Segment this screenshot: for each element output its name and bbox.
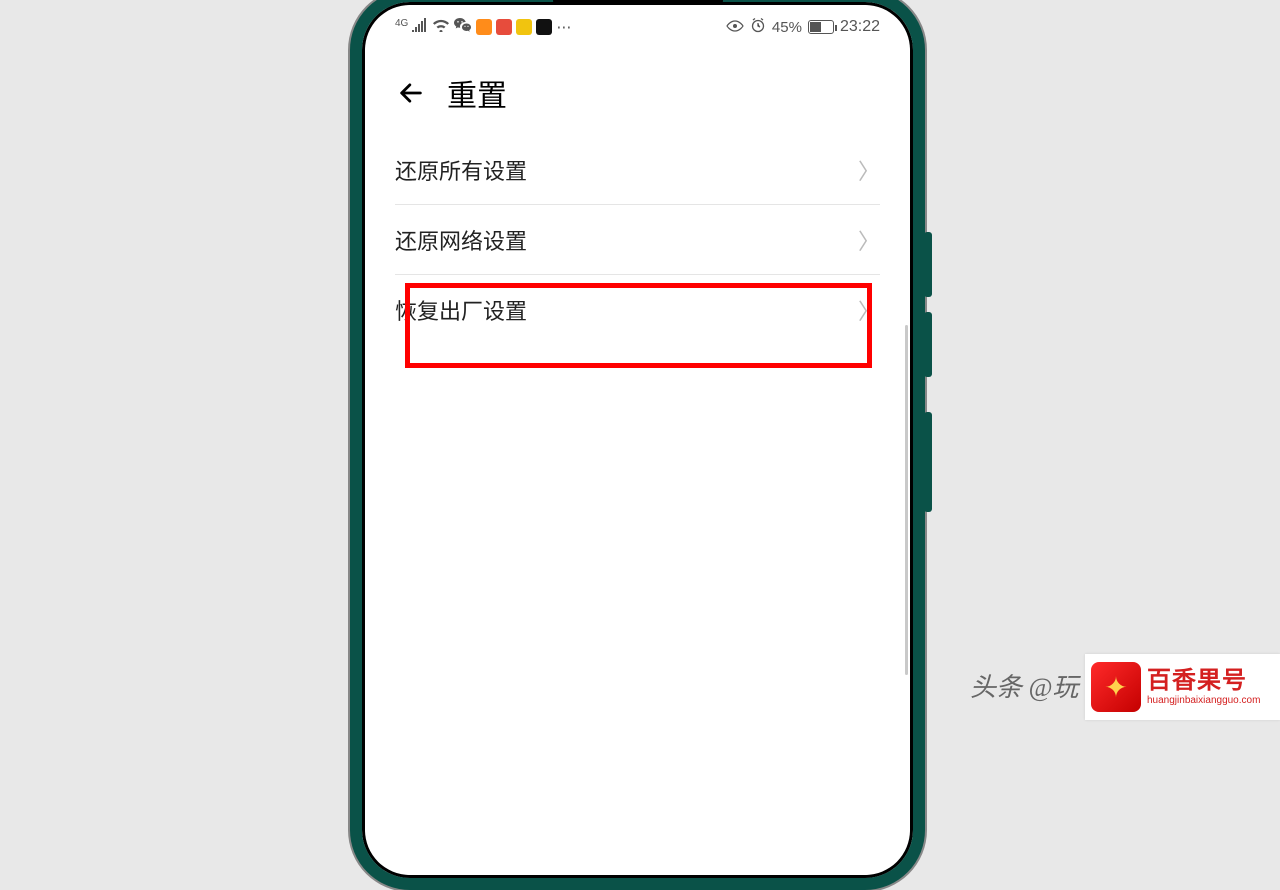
status-right: 45% 23:22 [726,17,880,37]
settings-item-factory-reset[interactable]: 恢复出厂设置 〉 [395,275,880,345]
battery-icon [808,20,834,34]
clock-time: 23:22 [840,18,880,36]
site-watermark: 百香果号 huangjinbaixiangguo.com [1085,654,1280,720]
app-icon-1 [476,19,492,35]
app-icon-2 [496,19,512,35]
settings-item-label: 还原网络设置 [395,224,527,256]
page-header: 重置 [365,49,910,135]
scrollbar[interactable] [905,325,908,675]
chevron-right-icon: 〉 [858,294,880,326]
more-notifications-icon: ⋯ [556,18,572,36]
chevron-right-icon: 〉 [858,224,880,256]
page-title: 重置 [447,71,507,115]
volume-up-button [924,232,932,297]
chevron-right-icon: 〉 [858,154,880,186]
settings-item-reset-all[interactable]: 还原所有设置 〉 [395,135,880,205]
arrow-left-icon [397,79,425,107]
tiktok-icon [536,19,552,35]
site-subtitle: huangjinbaixiangguo.com [1147,695,1260,706]
signal-icon [412,18,428,36]
settings-item-label: 恢复出厂设置 [395,294,527,326]
status-left: 4G ⋯ [395,17,726,37]
phone-screen: 4G ⋯ [365,5,910,875]
battery-percent: 45% [772,19,802,36]
volume-down-button [924,312,932,377]
site-title: 百香果号 [1147,668,1260,694]
app-icon-3 [516,19,532,35]
author-watermark: 头条 @玩 [970,667,1078,704]
network-type-label: 4G [395,18,408,29]
settings-list: 还原所有设置 〉 还原网络设置 〉 恢复出厂设置 〉 [365,135,910,345]
back-button[interactable] [395,77,427,109]
wechat-icon [454,17,472,37]
alarm-icon [750,17,766,37]
wifi-icon [432,18,450,36]
status-bar: 4G ⋯ [365,5,910,49]
eye-icon [726,19,744,36]
site-logo-icon [1091,662,1141,712]
settings-item-label: 还原所有设置 [395,154,527,186]
settings-item-reset-network[interactable]: 还原网络设置 〉 [395,205,880,275]
phone-frame: 4G ⋯ [350,0,925,890]
power-button [924,412,932,512]
